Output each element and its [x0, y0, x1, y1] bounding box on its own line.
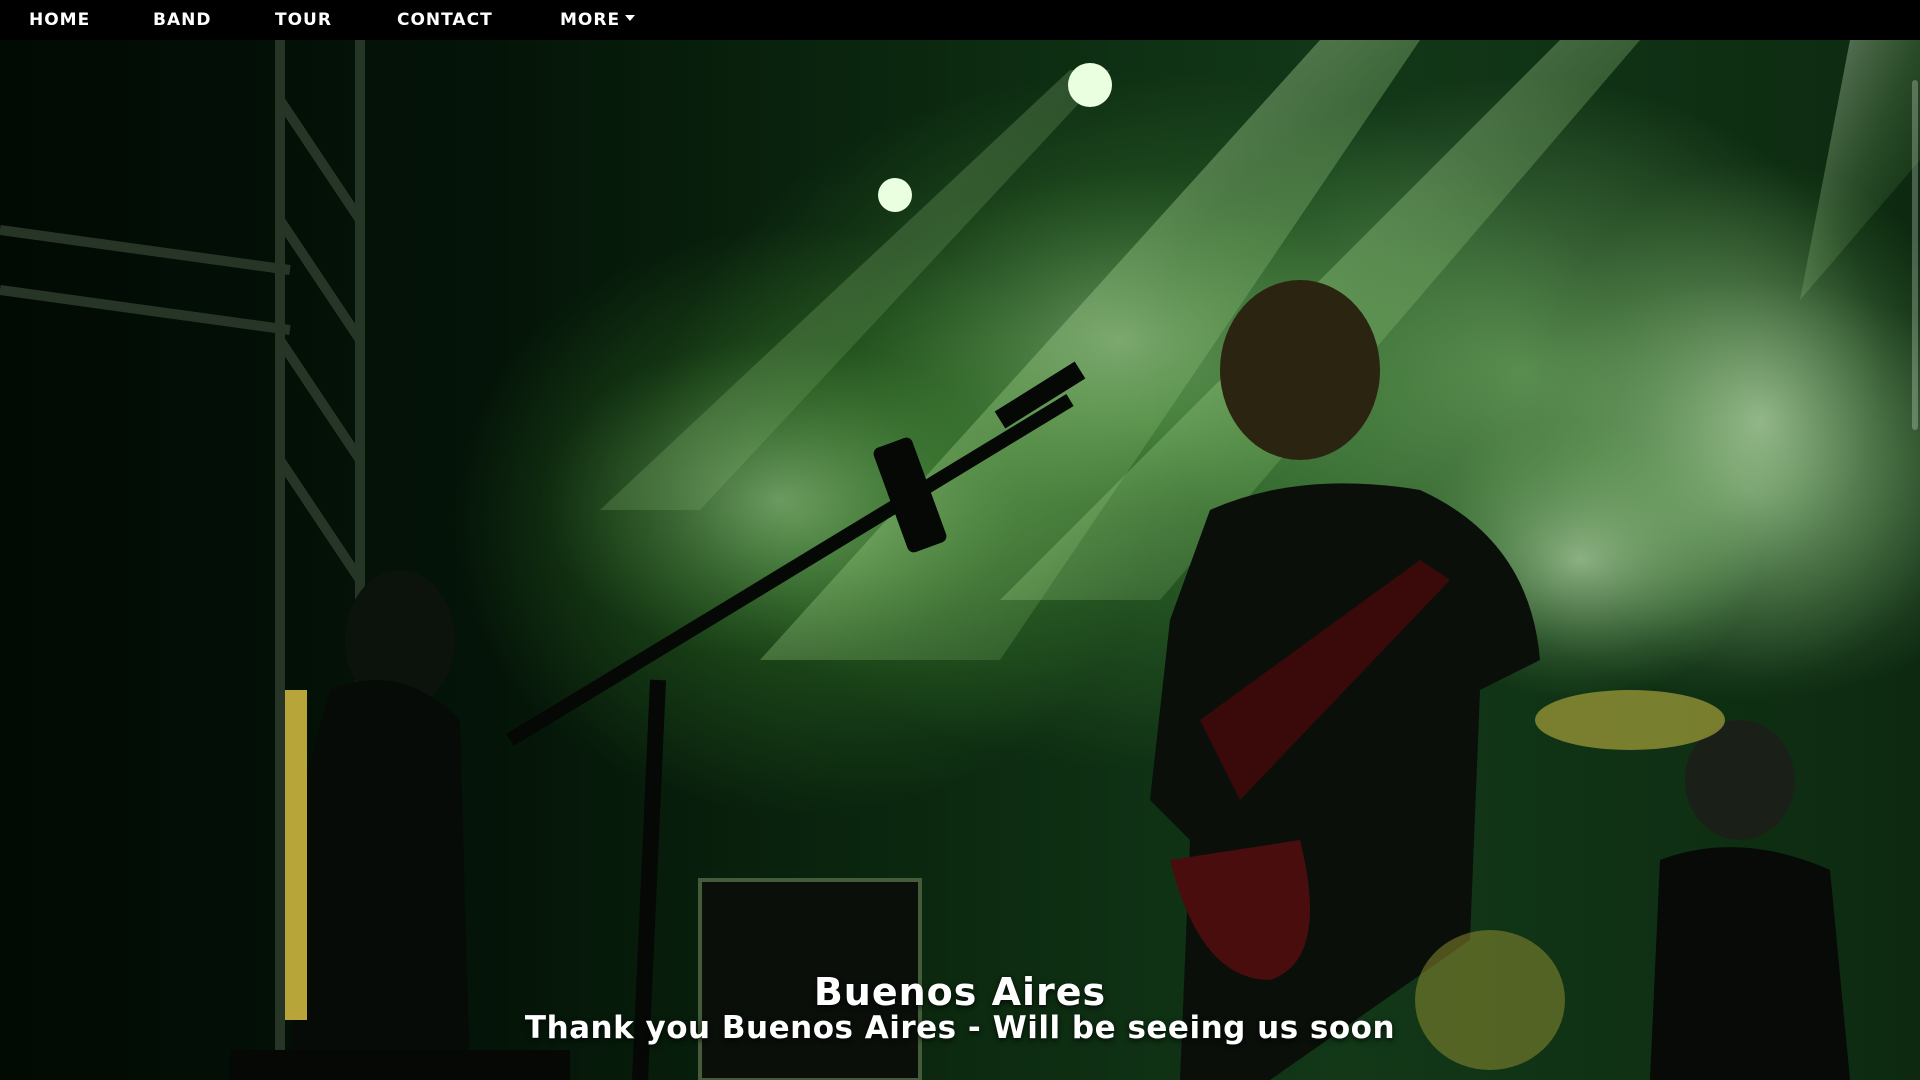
- nav-tour-link[interactable]: Tour: [275, 10, 332, 30]
- top-navbar: Home Band Tour Contact More: [0, 0, 1920, 40]
- concert-scene-illustration: [0, 40, 1920, 1080]
- nav-more-label: More: [560, 10, 621, 30]
- hero-subtitle: Thank you Buenos Aires - Will be seeing …: [524, 1010, 1396, 1046]
- hero-title: Buenos Aires: [813, 970, 1107, 1014]
- page-scrollbar[interactable]: [1912, 80, 1918, 430]
- nav-home-link[interactable]: Home: [29, 10, 90, 30]
- nav-band-link[interactable]: Band: [153, 10, 211, 30]
- nav-more-dropdown[interactable]: More: [560, 10, 636, 30]
- nav-contact-link[interactable]: Contact: [397, 10, 493, 30]
- page: Home Band Tour Contact More: [0, 0, 1920, 1080]
- hero-concert-photo: [0, 40, 1920, 1080]
- chevron-down-icon: [625, 15, 636, 21]
